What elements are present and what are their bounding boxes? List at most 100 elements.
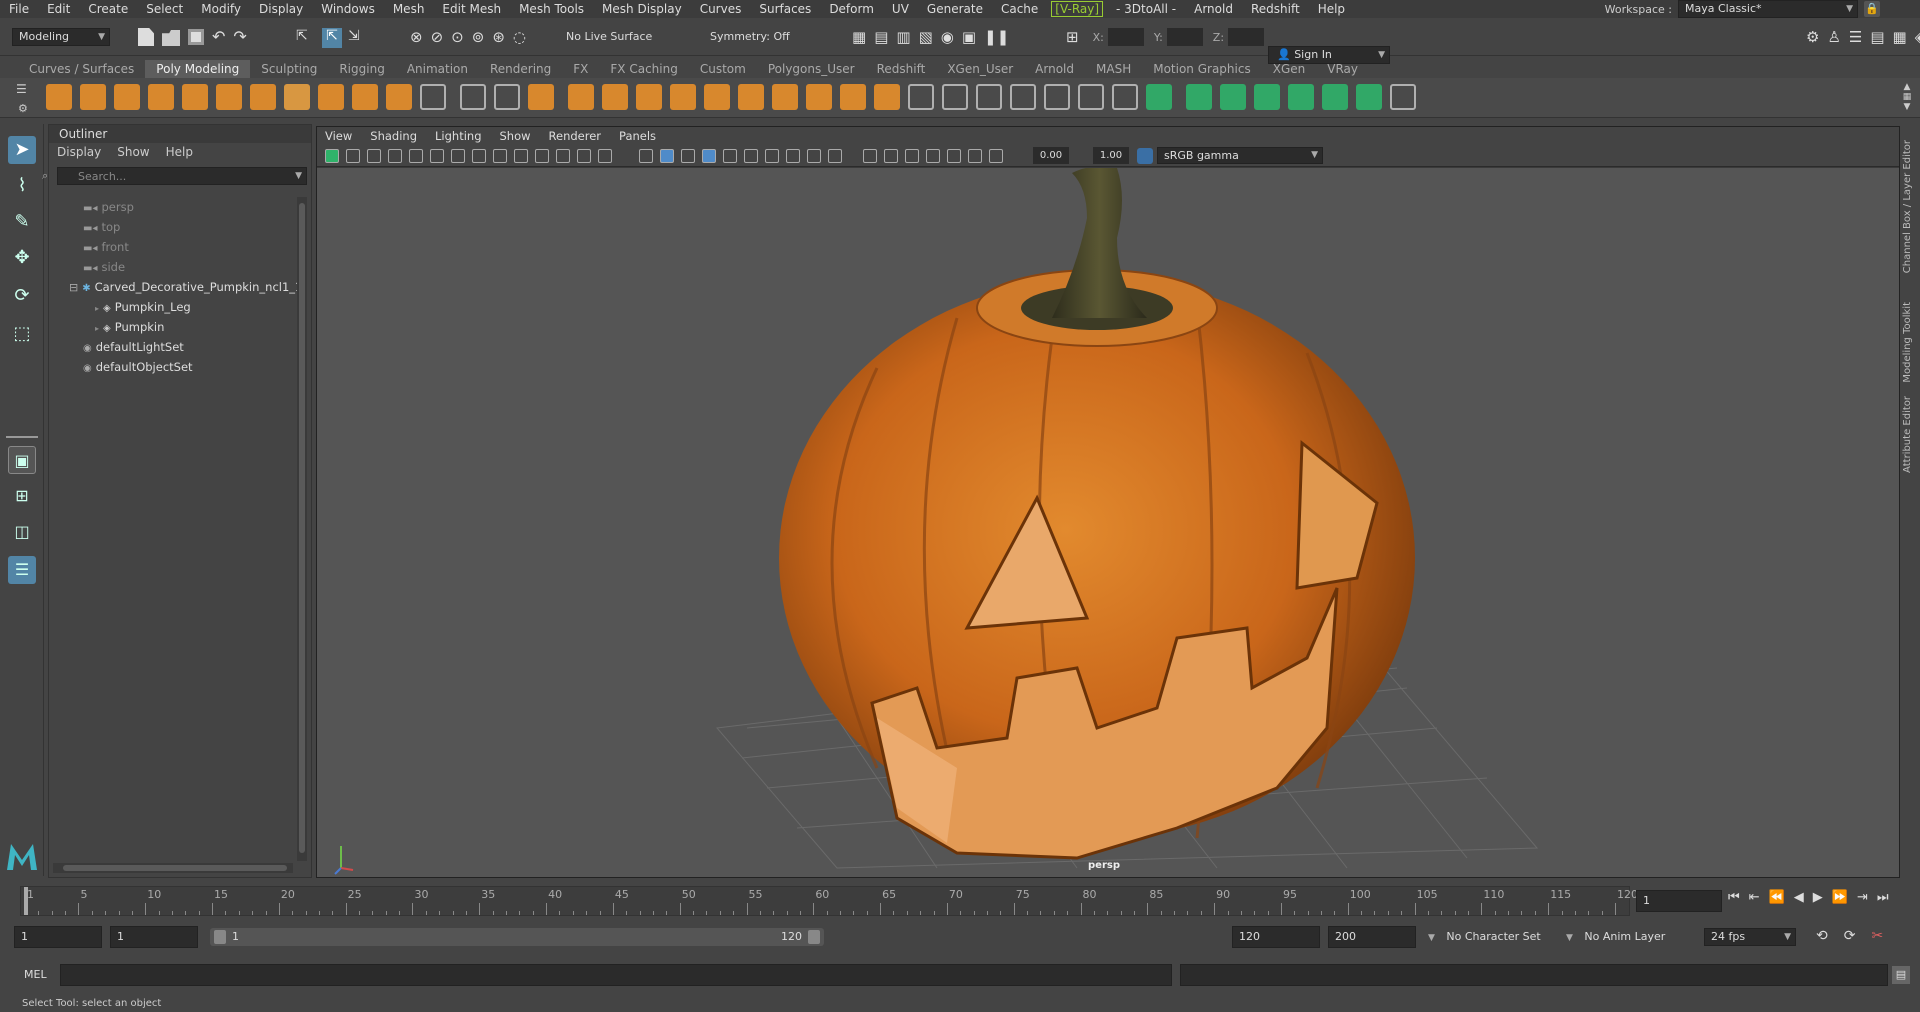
edit-edge-flow-icon[interactable] — [1078, 84, 1104, 110]
snap-point-icon[interactable]: ⊙ — [451, 28, 464, 46]
shelf-options-icon[interactable]: ⚙ — [18, 102, 28, 115]
snap-grid-icon[interactable]: ⊗ — [410, 28, 423, 46]
backface-icon[interactable] — [947, 149, 961, 163]
gamma-field[interactable]: 1.00 — [1093, 147, 1129, 164]
character-controls-icon[interactable]: ♙ — [1827, 28, 1840, 46]
script-editor-icon[interactable]: ▤ — [1892, 966, 1910, 984]
uv-unfold-icon[interactable] — [1356, 84, 1382, 110]
lock-icon[interactable]: 🔒 — [1864, 1, 1880, 17]
menu-file[interactable]: File — [0, 0, 38, 18]
safe-title-icon[interactable] — [598, 149, 612, 163]
shelf-menu-icon[interactable]: ☰ — [16, 82, 27, 96]
attribute-editor-icon[interactable]: ☰ — [1849, 28, 1862, 46]
mirror-icon[interactable] — [704, 84, 730, 110]
render-seq-icon[interactable]: ▣ — [962, 28, 976, 46]
outliner-menu-display[interactable]: Display — [57, 143, 101, 161]
outliner-layout-icon[interactable]: ☰ — [8, 556, 36, 584]
exposure-icon[interactable] — [968, 149, 982, 163]
shelf-tab-redshift[interactable]: Redshift — [866, 60, 937, 78]
channel-box-icon[interactable]: ▦ — [1893, 28, 1907, 46]
menu-curves[interactable]: Curves — [691, 0, 751, 18]
viewport-menu-shading[interactable]: Shading — [370, 127, 417, 145]
outliner-item[interactable]: ◉ defaultObjectSet — [69, 357, 193, 377]
menu-edit[interactable]: Edit — [38, 0, 79, 18]
lasso-tool-icon[interactable]: ⌇ — [8, 172, 36, 200]
grid-icon[interactable] — [472, 149, 486, 163]
menu-generate[interactable]: Generate — [918, 0, 992, 18]
insert-loop-icon[interactable] — [1010, 84, 1036, 110]
symmetry-field[interactable]: Symmetry: Off — [710, 30, 790, 43]
menu-windows[interactable]: Windows — [312, 0, 384, 18]
outliner-item[interactable]: ▸ ◈ Pumpkin — [81, 317, 164, 337]
dof-icon[interactable] — [828, 149, 842, 163]
outliner-item[interactable]: ▬◂ top — [69, 217, 120, 237]
multicut-icon[interactable] — [908, 84, 934, 110]
shelf-tab-rendering[interactable]: Rendering — [479, 60, 562, 78]
poly-torus-icon[interactable] — [182, 84, 208, 110]
time-ruler[interactable]: 1 5 10 15 20 25 30 35 40 45 50 55 60 65 70 75 80 85 90 95 10… — [20, 886, 1638, 916]
uv-planar-icon[interactable] — [1186, 84, 1212, 110]
snap-surface-icon[interactable]: ⊛ — [492, 28, 505, 46]
field-chart-icon[interactable] — [556, 149, 570, 163]
shelf-tab-xgen[interactable]: XGen — [1262, 60, 1317, 78]
connect-icon[interactable] — [976, 84, 1002, 110]
platonic-icon[interactable] — [284, 84, 310, 110]
uv-cylindrical-icon[interactable] — [1220, 84, 1246, 110]
select-object-icon[interactable]: ⇱ — [322, 28, 342, 48]
menu-help[interactable]: Help — [1309, 0, 1354, 18]
play-back-icon[interactable]: ◀ — [1794, 890, 1804, 905]
ipr-render-icon[interactable]: ▤ — [874, 28, 888, 46]
step-back-key-icon[interactable]: ⇤ — [1749, 890, 1760, 905]
shelf-tab-rigging[interactable]: Rigging — [328, 60, 395, 78]
layer-editor-icon[interactable]: ◈ — [1915, 28, 1920, 46]
animation-end-field[interactable]: 200 — [1328, 926, 1416, 948]
snap-curve-icon[interactable]: ⊘ — [431, 28, 444, 46]
range-bar[interactable]: 1 120 — [210, 928, 824, 946]
safe-action-icon[interactable] — [577, 149, 591, 163]
camera-attributes-icon[interactable] — [367, 149, 381, 163]
cmd-input[interactable] — [60, 964, 1172, 986]
y-field[interactable] — [1166, 28, 1203, 46]
xyz-icon[interactable] — [494, 84, 520, 110]
xray-active-icon[interactable] — [926, 149, 940, 163]
prefs-icon[interactable]: ✂ — [1871, 928, 1883, 944]
shadows-icon[interactable] — [744, 149, 758, 163]
uv-automatic-icon[interactable] — [1288, 84, 1314, 110]
shelf-tab-vray[interactable]: VRay — [1316, 60, 1369, 78]
menu-deform[interactable]: Deform — [820, 0, 883, 18]
current-frame-field[interactable]: 1 — [1636, 890, 1722, 912]
outliner-item[interactable]: ◉ defaultLightSet — [69, 337, 184, 357]
loop-icon[interactable]: ⟲ — [1816, 928, 1828, 944]
outliner-item[interactable]: ⊟ ✱ Carved_Decorative_Pumpkin_ncl1_1 — [69, 277, 302, 297]
z-field[interactable] — [1228, 28, 1265, 46]
step-forward-key-icon[interactable]: ⇥ — [1857, 890, 1868, 905]
character-set-dropdown[interactable]: ▼ No Character Set — [1428, 928, 1578, 946]
undo-icon[interactable]: ↶ — [212, 28, 225, 46]
menu-redshift[interactable]: Redshift — [1242, 0, 1309, 18]
poly-sphere-icon[interactable] — [46, 84, 72, 110]
side-tab-channel-box-layer-editor[interactable]: Channel Box / Layer Editor — [1902, 140, 1913, 273]
auto-key-icon[interactable]: ⟳ — [1844, 928, 1856, 944]
side-tab-attribute-editor[interactable]: Attribute Editor — [1902, 396, 1913, 473]
wireframe-icon[interactable] — [639, 149, 653, 163]
menu-set-dropdown[interactable]: Modeling — [12, 28, 110, 46]
lock-camera-icon[interactable] — [346, 149, 360, 163]
rotate-tool-icon[interactable]: ⟳ — [8, 282, 36, 310]
outliner-menu-help[interactable]: Help — [166, 143, 193, 161]
separate-icon[interactable] — [568, 84, 594, 110]
uv-spherical-icon[interactable] — [1254, 84, 1280, 110]
single-view-icon[interactable]: ▣ — [8, 446, 36, 474]
fps-dropdown[interactable]: 24 fps — [1704, 928, 1796, 946]
viewport-menu-panels[interactable]: Panels — [619, 127, 656, 145]
isolate-select-icon[interactable] — [863, 149, 877, 163]
shelf-scroll[interactable]: ▲ ▦ ▼ — [1900, 82, 1914, 116]
colorspace-dropdown[interactable]: sRGB gamma — [1157, 147, 1323, 164]
menu-mesh[interactable]: Mesh — [384, 0, 434, 18]
uv-layout-icon[interactable] — [1322, 84, 1348, 110]
target-weld-icon[interactable] — [942, 84, 968, 110]
shelf-tab-mash[interactable]: MASH — [1085, 60, 1142, 78]
slide-icon[interactable] — [1112, 84, 1138, 110]
select-tool-icon[interactable]: ➤ — [8, 136, 36, 164]
poly-plane-icon[interactable] — [216, 84, 242, 110]
shelf-tab-custom[interactable]: Custom — [689, 60, 757, 78]
